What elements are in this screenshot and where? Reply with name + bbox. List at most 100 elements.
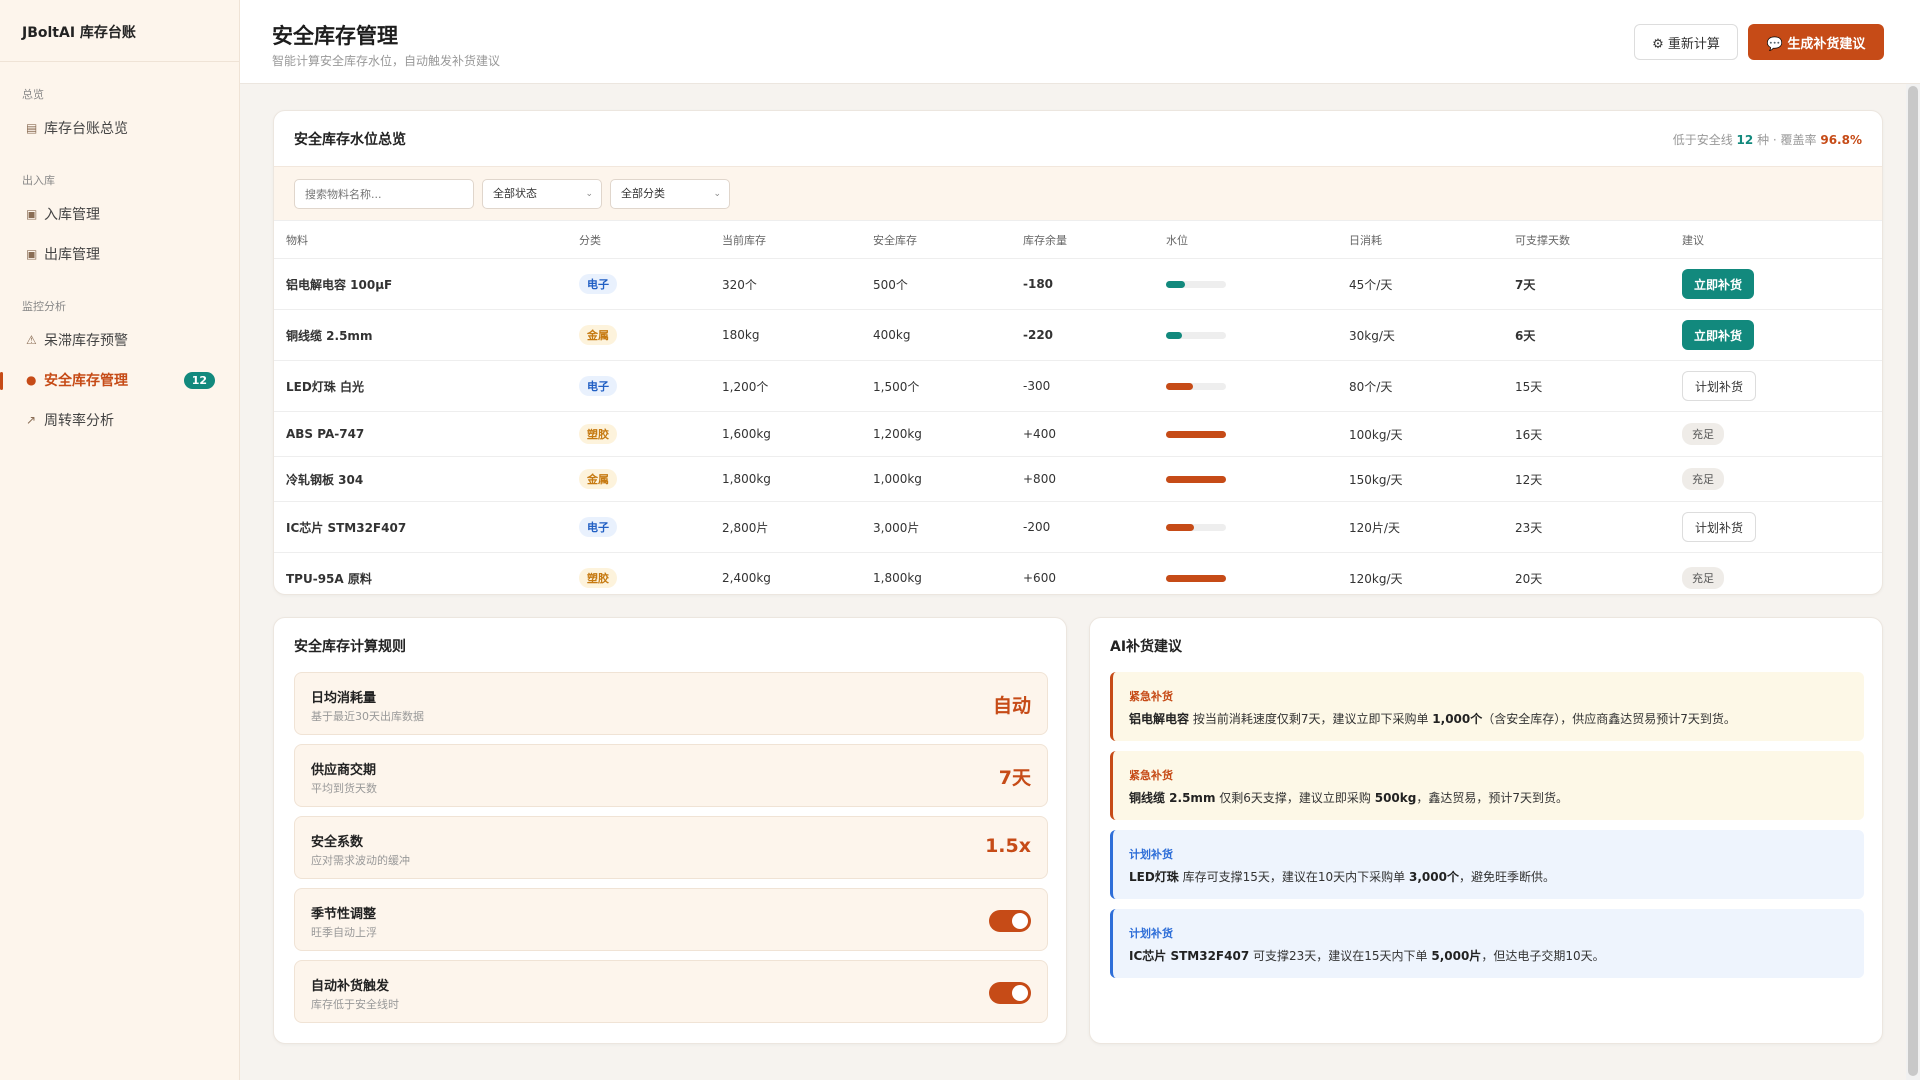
level-cell — [1154, 501, 1337, 553]
sidebar-item-turnover[interactable]: ↗ 周转率分析 — [0, 400, 239, 440]
table-row: IC芯片 STM32F407 电子 2,800片 3,000片 -200 120… — [274, 501, 1882, 553]
rule-seasonal-adjust: 季节性调整 旺季自动上浮 — [294, 888, 1048, 951]
stock-margin: -200 — [1011, 501, 1154, 553]
auto-trigger-toggle[interactable] — [989, 982, 1031, 1004]
level-bar — [1166, 430, 1226, 438]
suggestion-body: （含安全库存），供应商鑫达贸易预计7天到货。 — [1482, 712, 1736, 726]
category-tag: 金属 — [579, 325, 617, 345]
suggestion-body: ，避免旺季断供。 — [1458, 870, 1555, 884]
supported-days: 7天 — [1503, 258, 1670, 310]
rule-safety-factor: 安全系数 应对需求波动的缓冲 1.5x — [294, 816, 1048, 879]
sidebar-item-ledger-overview[interactable]: ▤ 库存台账总览 — [0, 108, 239, 148]
table-row: ABS PA-747 塑胶 1,600kg 1,200kg +400 100kg… — [274, 411, 1882, 457]
rule-value[interactable]: 7天 — [999, 763, 1031, 790]
plan-restock-button[interactable]: 计划补货 — [1682, 512, 1757, 542]
sidebar-item-label: 安全库存管理 — [44, 373, 128, 389]
safe-stock: 1,200kg — [861, 411, 1011, 457]
sidebar-item-label: 库存台账总览 — [44, 121, 128, 137]
scrollbar-thumb[interactable] — [1908, 86, 1918, 1076]
material-name: TPU-95A 原料 — [274, 552, 567, 594]
nav-group-overview: 总览 — [22, 88, 44, 101]
rule-name: 供应商交期 — [311, 763, 377, 778]
safe-stock: 400kg — [861, 309, 1011, 361]
sidebar-item-inbound[interactable]: ▣ 入库管理 — [0, 194, 239, 234]
suggestion-qty: 1,000个 — [1432, 712, 1483, 726]
chart-icon: ▤ — [26, 121, 38, 135]
sidebar-item-stagnant-warning[interactable]: ⚠ 呆滞库存预警 — [0, 320, 239, 360]
seasonal-toggle[interactable] — [989, 910, 1031, 932]
column-header: 当前库存 — [710, 220, 861, 259]
level-cell — [1154, 258, 1337, 310]
sufficient-badge: 充足 — [1682, 468, 1724, 490]
sidebar-item-label: 入库管理 — [44, 207, 100, 223]
suggestion-item[interactable]: 紧急补货 铝电解电容 按当前消耗速度仅剩7天，建议立即下采购单 1,000个（含… — [1110, 672, 1864, 741]
stock-margin: +800 — [1011, 456, 1154, 502]
restock-now-button[interactable]: 立即补货 — [1682, 269, 1755, 299]
category-select[interactable]: 全部分类 ⌄ — [610, 179, 730, 209]
suggestion-item[interactable]: 计划补货 IC芯片 STM32F407 可支撑23天，建议在15天内下单 5,0… — [1110, 909, 1864, 978]
level-bar-fill — [1166, 382, 1193, 390]
suggestion-body: ，鑫达贸易，预计7天到货。 — [1416, 791, 1568, 805]
action-cell: 计划补货 — [1670, 360, 1882, 412]
level-cell — [1154, 456, 1337, 502]
recalculate-button[interactable]: ⚙ 重新计算 — [1634, 24, 1738, 60]
plan-restock-button[interactable]: 计划补货 — [1682, 371, 1757, 401]
current-stock: 2,800片 — [710, 501, 861, 553]
chevron-down-icon: ⌄ — [713, 189, 721, 199]
category-tag: 塑胶 — [579, 568, 617, 588]
level-cell — [1154, 411, 1337, 457]
action-cell: 充足 — [1670, 552, 1882, 594]
rule-value[interactable]: 自动 — [993, 691, 1031, 718]
suggestion-text: 铜线缆 2.5mm 仅剩6天支撑，建议立即采购 500kg，鑫达贸易，预计7天到… — [1129, 789, 1568, 806]
sidebar-item-safety-stock[interactable]: ● 安全库存管理 12 — [0, 360, 239, 400]
supported-days: 23天 — [1503, 501, 1670, 553]
daily-consumption: 80个/天 — [1337, 360, 1503, 412]
safe-stock: 3,000片 — [861, 501, 1011, 553]
rule-name: 日均消耗量 — [311, 691, 377, 706]
material-name: 铜线缆 2.5mm — [274, 309, 567, 361]
level-cell — [1154, 360, 1337, 412]
rule-name: 自动补货触发 — [311, 979, 390, 994]
suggestion-item[interactable]: 计划补货 LED灯珠 库存可支撑15天，建议在10天内下采购单 3,000个，避… — [1110, 830, 1864, 899]
sidebar-item-outbound[interactable]: ▣ 出库管理 — [0, 234, 239, 274]
summary-prefix: 低于安全线 — [1672, 133, 1733, 147]
restock-now-button[interactable]: 立即补货 — [1682, 320, 1755, 350]
column-header: 分类 — [567, 220, 710, 259]
status-select[interactable]: 全部状态 ⌄ — [482, 179, 602, 209]
level-bar-fill — [1166, 331, 1183, 339]
ai-suggestions-card: AI补货建议 紧急补货 铝电解电容 按当前消耗速度仅剩7天，建议立即下采购单 1… — [1089, 617, 1883, 1044]
sidebar-item-label: 出库管理 — [44, 247, 100, 263]
generate-suggestion-button[interactable]: 💬 生成补货建议 — [1748, 24, 1884, 60]
material-name: IC芯片 STM32F407 — [274, 501, 567, 553]
suggestion-material: 铝电解电容 — [1129, 712, 1190, 726]
stock-margin: +400 — [1011, 411, 1154, 457]
column-header: 库存余量 — [1011, 220, 1154, 259]
level-bar-fill — [1166, 574, 1226, 582]
suggestion-body: 库存可支撑15天，建议在10天内下采购单 — [1178, 870, 1409, 884]
material-name: ABS PA-747 — [274, 411, 567, 457]
suggestion-tag: 计划补货 — [1129, 927, 1173, 940]
daily-consumption: 30kg/天 — [1337, 309, 1503, 361]
table-row: 冷轧钢板 304 金属 1,800kg 1,000kg +800 150kg/天… — [274, 456, 1882, 502]
stock-margin: +600 — [1011, 552, 1154, 594]
page-header: 安全库存管理 智能计算安全库存水位，自动触发补货建议 ⚙ 重新计算 💬 生成补货… — [240, 0, 1920, 84]
card-title: 安全库存计算规则 — [294, 639, 406, 655]
nav-group-inout: 出入库 — [22, 174, 55, 187]
suggestion-qty: 500kg — [1374, 791, 1417, 805]
suggestion-qty: 3,000个 — [1408, 870, 1459, 884]
category-cell: 金属 — [567, 456, 710, 502]
supported-days: 16天 — [1503, 411, 1670, 457]
rule-name: 季节性调整 — [311, 907, 377, 922]
summary-count: 12 — [1736, 133, 1754, 147]
table-row: 铝电解电容 100μF 电子 320个 500个 -180 45个/天 7天 立… — [274, 258, 1882, 310]
rule-value[interactable]: 1.5x — [985, 835, 1031, 857]
column-header: 可支撑天数 — [1503, 220, 1670, 259]
search-input[interactable] — [294, 179, 474, 209]
rule-auto-trigger: 自动补货触发 库存低于安全线时 — [294, 960, 1048, 1023]
suggestion-item[interactable]: 紧急补货 铜线缆 2.5mm 仅剩6天支撑，建议立即采购 500kg，鑫达贸易，… — [1110, 751, 1864, 820]
daily-consumption: 120片/天 — [1337, 501, 1503, 553]
table-header-row: 物料 分类 当前库存 安全库存 库存余量 水位 日消耗 可支撑天数 建议 — [274, 220, 1882, 259]
page-subtitle: 智能计算安全库存水位，自动触发补货建议 — [272, 54, 501, 68]
material-name: 冷轧钢板 304 — [274, 456, 567, 502]
suggestion-body: 按当前消耗速度仅剩7天，建议立即下采购单 — [1189, 712, 1433, 726]
